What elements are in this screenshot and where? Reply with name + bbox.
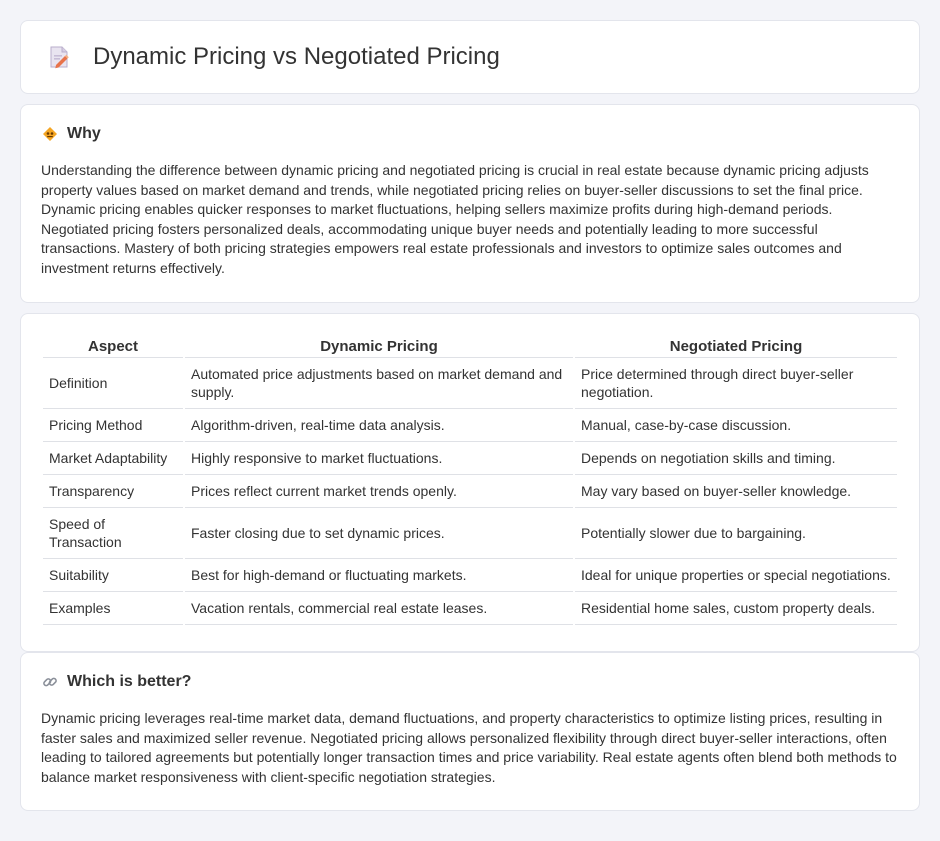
row-aspect: Definition — [43, 358, 183, 409]
row-aspect: Pricing Method — [43, 409, 183, 442]
why-section: Why Understanding the difference between… — [20, 104, 920, 303]
row-aspect: Speed of Transaction — [43, 508, 183, 559]
row-aspect: Examples — [43, 592, 183, 625]
page-title: Dynamic Pricing vs Negotiated Pricing — [93, 43, 500, 70]
row-negotiated: Residential home sales, custom property … — [575, 592, 897, 625]
row-dynamic: Prices reflect current market trends ope… — [185, 475, 573, 508]
table-row: Examples Vacation rentals, commercial re… — [43, 592, 897, 625]
diamond-warning-icon — [41, 125, 59, 143]
row-aspect: Transparency — [43, 475, 183, 508]
which-is-better-section: Which is better? Dynamic pricing leverag… — [20, 652, 920, 811]
row-dynamic: Highly responsive to market fluctuations… — [185, 442, 573, 475]
page-header: Dynamic Pricing vs Negotiated Pricing — [20, 20, 920, 94]
link-icon — [41, 673, 59, 691]
table-row: Market Adaptability Highly responsive to… — [43, 442, 897, 475]
row-aspect: Suitability — [43, 559, 183, 592]
row-aspect: Market Adaptability — [43, 442, 183, 475]
row-negotiated: Price determined through direct buyer-se… — [575, 358, 897, 409]
which-is-better-text: Dynamic pricing leverages real-time mark… — [41, 710, 897, 785]
header-dynamic-pricing: Dynamic Pricing — [185, 334, 573, 358]
row-negotiated: Manual, case-by-case discussion. — [575, 409, 897, 442]
table-row: Suitability Best for high-demand or fluc… — [43, 559, 897, 592]
which-is-better-title: Which is better? — [67, 673, 192, 690]
row-negotiated: Depends on negotiation skills and timing… — [575, 442, 897, 475]
row-negotiated: May vary based on buyer-seller knowledge… — [575, 475, 897, 508]
row-dynamic: Faster closing due to set dynamic prices… — [185, 508, 573, 559]
document-edit-icon — [45, 43, 73, 71]
comparison-table: Aspect Dynamic Pricing Negotiated Pricin… — [41, 334, 899, 625]
table-row: Pricing Method Algorithm-driven, real-ti… — [43, 409, 897, 442]
why-text: Understanding the difference between dyn… — [41, 162, 869, 276]
row-dynamic: Algorithm-driven, real-time data analysi… — [185, 409, 573, 442]
table-row: Definition Automated price adjustments b… — [43, 358, 897, 409]
table-row: Speed of Transaction Faster closing due … — [43, 508, 897, 559]
row-dynamic: Vacation rentals, commercial real estate… — [185, 592, 573, 625]
row-dynamic: Best for high-demand or fluctuating mark… — [185, 559, 573, 592]
row-dynamic: Automated price adjustments based on mar… — [185, 358, 573, 409]
row-negotiated: Ideal for unique properties or special n… — [575, 559, 897, 592]
table-row: Transparency Prices reflect current mark… — [43, 475, 897, 508]
comparison-section: Aspect Dynamic Pricing Negotiated Pricin… — [20, 313, 920, 652]
row-negotiated: Potentially slower due to bargaining. — [575, 508, 897, 559]
header-negotiated-pricing: Negotiated Pricing — [575, 334, 897, 358]
table-header-row: Aspect Dynamic Pricing Negotiated Pricin… — [43, 334, 897, 358]
why-title: Why — [67, 125, 101, 142]
header-aspect: Aspect — [43, 334, 183, 358]
